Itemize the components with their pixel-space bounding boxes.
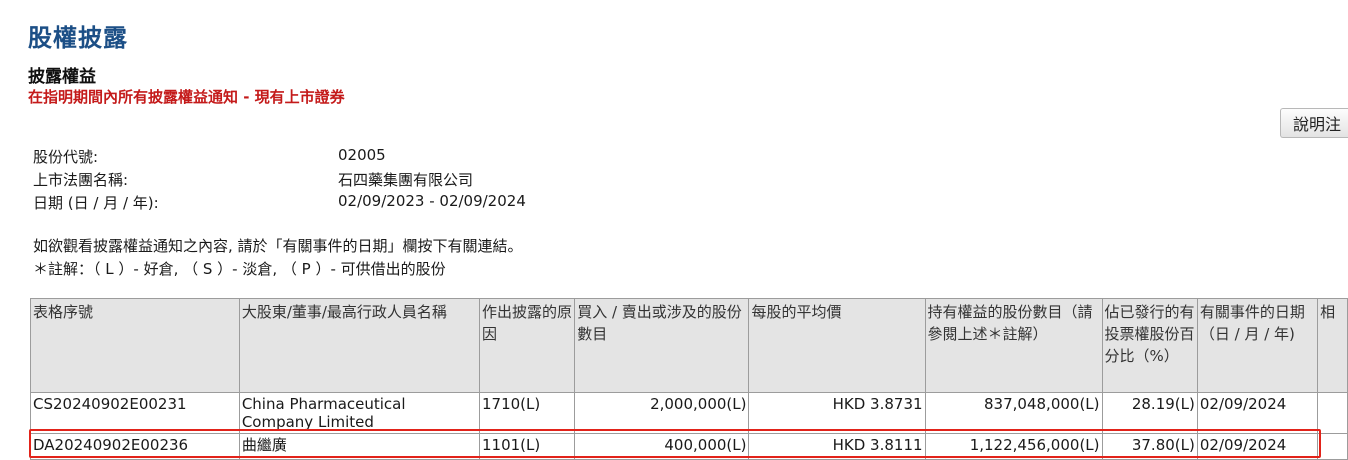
cell-shares-held: 1,122,456,000(L): [924, 433, 1103, 460]
table-row: DA20240902E00236 曲繼廣 1101(L) 400,000(L) …: [30, 433, 1348, 460]
header-form-no: 表格序號: [30, 298, 240, 393]
section-subtitle: 在指明期間內所有披露權益通知 - 現有上市證券: [28, 88, 345, 106]
disclosure-table: 表格序號 大股東/董事/最高行政人員名稱 作出披露的原因 買入 / 賣出或涉及的…: [30, 298, 1348, 460]
stock-code-label: 股份代號:: [33, 148, 99, 166]
cell-name: 曲繼廣: [238, 433, 480, 460]
cell-reason: 1710(L): [478, 392, 576, 434]
legend-note: ＊註解：（ L ）- 好倉, （ S ）- 淡倉, （ P ）- 可供借出的股份: [33, 260, 446, 278]
cell-avg-price: HKD 3.8111: [748, 433, 926, 460]
cell-form-no: CS20240902E00231: [30, 392, 240, 434]
cell-shares-held: 837,048,000(L): [924, 392, 1103, 434]
company-label: 上市法團名稱:: [33, 171, 129, 189]
header-shares-held: 持有權益的股份數目（請參閱上述＊註解）: [924, 298, 1103, 393]
table-row: CS20240902E00231 China Pharmaceutical Co…: [30, 392, 1348, 434]
cell-avg-price: HKD 3.8731: [748, 392, 926, 434]
cell-event-date-link[interactable]: 02/09/2024: [1196, 392, 1319, 434]
stock-code-value: 02005: [338, 146, 386, 164]
header-shares-traded: 買入 / 賣出或涉及的股份數目: [574, 298, 750, 393]
header-event-date: 有關事件的日期（日 / 月 / 年): [1196, 298, 1319, 393]
date-label: 日期 (日 / 月 / 年):: [33, 194, 159, 212]
cell-related: [1317, 433, 1348, 460]
explanation-notes-button[interactable]: 說明注: [1280, 108, 1348, 138]
header-name: 大股東/董事/最高行政人員名稱: [238, 298, 480, 393]
instruction-note: 如欲觀看披露權益通知之內容, 請於「有關事件的日期」欄按下有關連結。: [33, 237, 523, 255]
header-percentage: 佔已發行的有投票權股份百分比（%）: [1101, 298, 1198, 393]
date-range-value: 02/09/2023 - 02/09/2024: [338, 192, 526, 210]
cell-event-date-link[interactable]: 02/09/2024: [1196, 433, 1319, 460]
header-related: 相: [1317, 298, 1348, 393]
cell-shares-traded: 400,000(L): [574, 433, 750, 460]
cell-percentage: 37.80(L): [1101, 433, 1198, 460]
page-title: 股權披露: [28, 24, 128, 52]
company-value: 石四藥集團有限公司: [338, 171, 474, 189]
section-title: 披露權益: [28, 67, 96, 87]
header-reason: 作出披露的原因: [478, 298, 576, 393]
table-header-row: 表格序號 大股東/董事/最高行政人員名稱 作出披露的原因 買入 / 賣出或涉及的…: [30, 298, 1348, 393]
header-avg-price: 每股的平均價: [748, 298, 926, 393]
cell-form-no: DA20240902E00236: [30, 433, 240, 460]
cell-percentage: 28.19(L): [1101, 392, 1198, 434]
cell-name: China Pharmaceutical Company Limited: [238, 392, 480, 434]
cell-shares-traded: 2,000,000(L): [574, 392, 750, 434]
cell-related: [1317, 392, 1348, 434]
cell-reason: 1101(L): [478, 433, 576, 460]
